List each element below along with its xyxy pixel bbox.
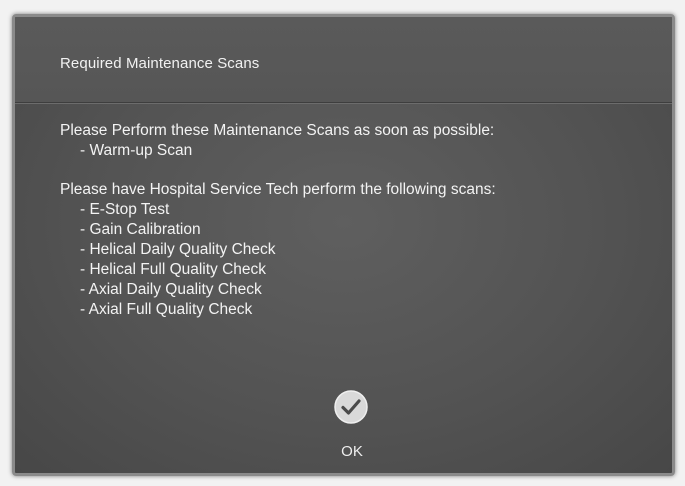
checkmark-circle-icon bbox=[334, 390, 368, 424]
list-item: - Warm-up Scan bbox=[80, 142, 193, 159]
ok-button[interactable]: OK bbox=[326, 389, 378, 461]
screen-photo: Required Maintenance Scans Please Perfor… bbox=[0, 0, 685, 486]
dialog-header: Required Maintenance Scans bbox=[15, 17, 672, 103]
dialog-title: Required Maintenance Scans bbox=[60, 55, 260, 72]
list-item: - Axial Daily Quality Check bbox=[80, 281, 262, 298]
list-item: - E-Stop Test bbox=[80, 201, 170, 218]
ok-label: OK bbox=[341, 443, 363, 460]
list-item: - Helical Full Quality Check bbox=[80, 261, 267, 278]
maintenance-dialog: Required Maintenance Scans Please Perfor… bbox=[12, 14, 675, 476]
header-divider bbox=[15, 102, 672, 104]
dialog-body: Please Perform these Maintenance Scans a… bbox=[60, 121, 496, 320]
list-item: - Axial Full Quality Check bbox=[80, 301, 253, 318]
section-heading-maintenance: Please Perform these Maintenance Scans a… bbox=[60, 122, 495, 139]
list-item: - Gain Calibration bbox=[80, 221, 201, 238]
list-item: - Helical Daily Quality Check bbox=[80, 241, 276, 258]
section-heading-service-tech: Please have Hospital Service Tech perfor… bbox=[60, 181, 496, 198]
